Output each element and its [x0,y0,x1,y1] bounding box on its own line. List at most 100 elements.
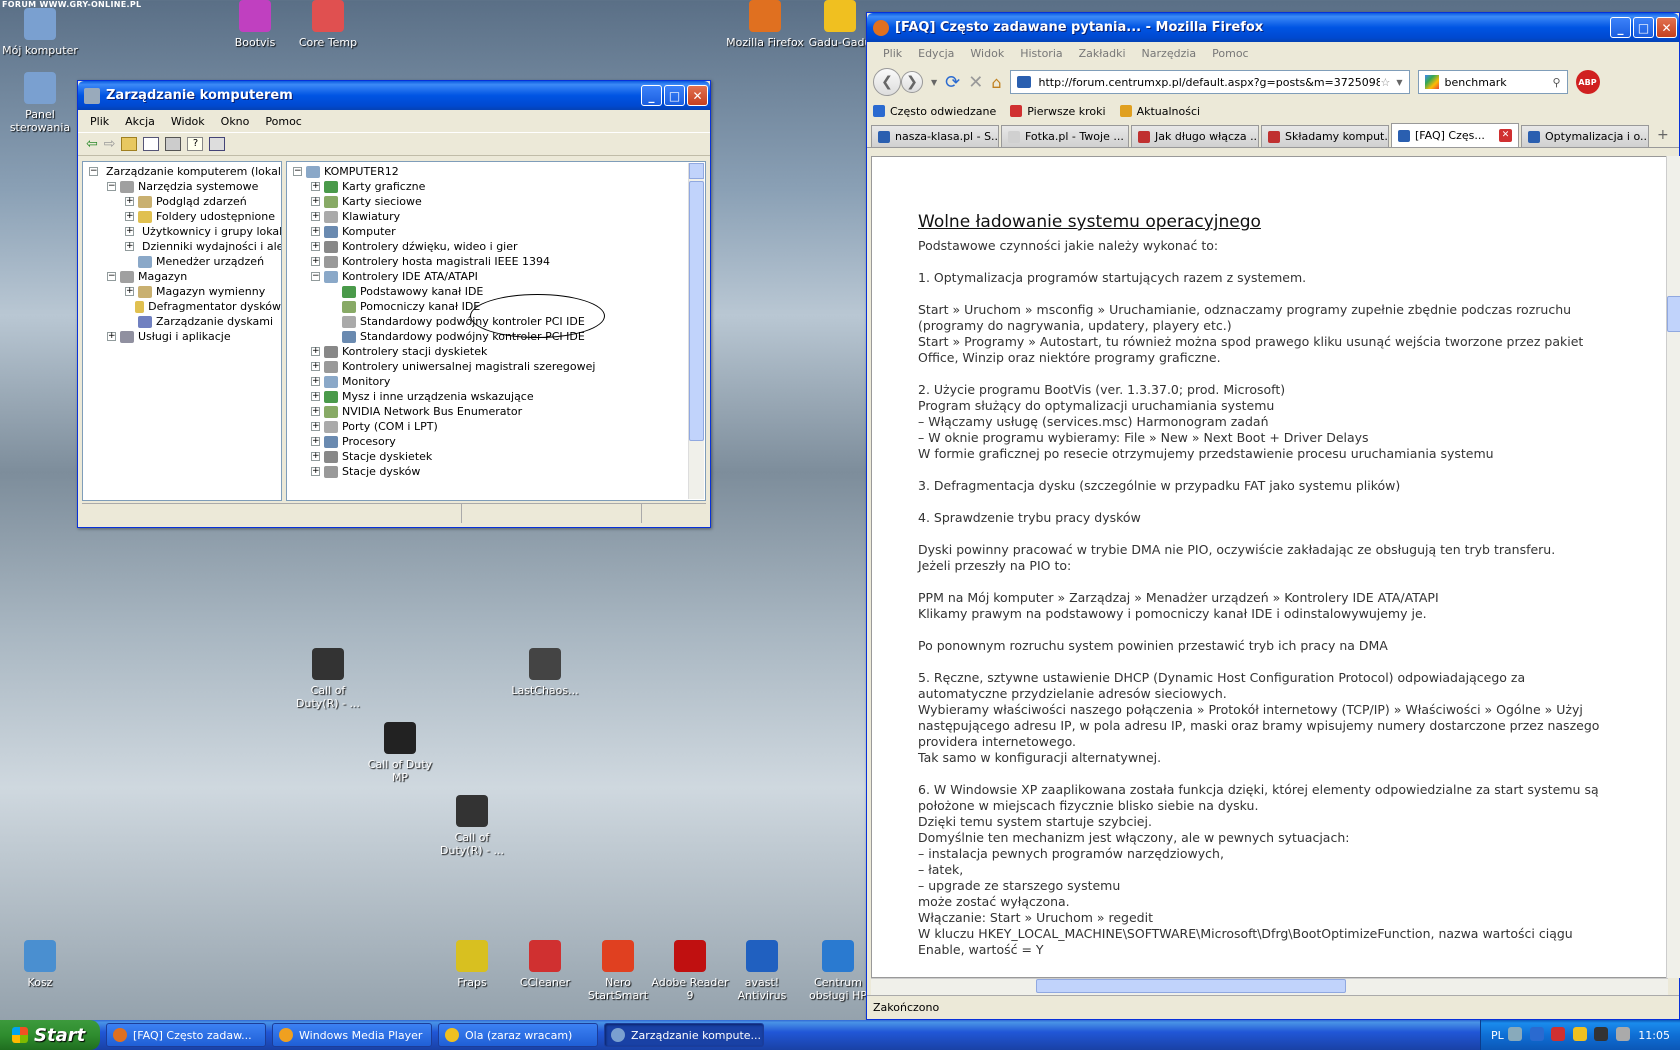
collapse-icon[interactable]: − [89,167,98,176]
browser-tab[interactable]: Fotka.pl - Twoje ... [1001,125,1129,147]
expand-icon[interactable]: + [311,257,320,266]
page-vertical-scrollbar[interactable] [1666,156,1680,978]
expand-icon[interactable]: + [125,197,134,206]
new-tab-icon[interactable]: + [1657,127,1669,147]
desktop-icon[interactable]: Core Temp [288,0,368,49]
desktop-icon[interactable]: Bootvis [215,0,295,49]
home-icon[interactable]: ⌂ [991,73,1001,92]
browser-tab[interactable]: Jak długo włącza ... [1131,125,1259,147]
volume-icon[interactable] [1615,1026,1630,1041]
google-icon[interactable] [1424,75,1439,89]
tree-node[interactable]: + Kontrolery stacji dyskietek [287,344,705,359]
minimize-button[interactable]: _ [1610,17,1631,38]
collapse-icon[interactable]: − [107,182,116,191]
maximize-button[interactable]: □ [664,85,685,106]
tree-node[interactable]: + Kontrolery uniwersalnej magistrali szer… [287,359,705,374]
show-tree-icon[interactable] [143,137,160,151]
search-box[interactable]: benchmark ⚲ [1417,70,1568,94]
cm-vertical-scrollbar[interactable] [688,163,704,499]
menu-item[interactable]: Okno [215,113,256,130]
taskbar-button[interactable]: Windows Media Player [272,1023,432,1047]
tree-node[interactable]: + Komputer [287,224,705,239]
tree-node[interactable]: + Podgląd zdarzeń [83,194,281,209]
sun-icon[interactable] [1572,1026,1587,1041]
print-icon[interactable] [165,137,182,151]
history-dropdown-icon[interactable]: ▼ [931,78,937,87]
expand-icon[interactable]: + [125,242,134,251]
bookmark-item[interactable]: Aktualności [1119,105,1200,118]
collapse-icon[interactable]: − [293,167,302,176]
tree-node[interactable]: + Kontrolery dźwięku, wideo i gier [287,239,705,254]
url-dropdown-icon[interactable]: ▼ [1396,78,1402,87]
menu-item[interactable]: Widok [165,113,211,130]
search-icon[interactable]: ⚲ [1552,76,1560,89]
expand-icon[interactable]: + [311,197,320,206]
close-button[interactable]: ✕ [1656,17,1677,38]
desktop-icon[interactable]: Call of Duty MP [360,722,440,784]
desktop-icon[interactable]: Mozilla Firefox [725,0,805,49]
bookmark-item[interactable]: Często odwiedzane [873,105,996,118]
tree-node[interactable]: + Porty (COM i LPT) [287,419,705,434]
bookmark-item[interactable]: Pierwsze kroki [1010,105,1106,118]
menu-item[interactable]: Plik [875,47,910,60]
taskbar-button[interactable]: Ola (zaraz wracam) [438,1023,598,1047]
collapse-icon[interactable]: − [107,272,116,281]
tree-node[interactable]: + Karty graficzne [287,179,705,194]
expand-icon[interactable]: + [311,452,320,461]
tree-node[interactable]: Podstawowy kanał IDE [287,284,705,299]
expand-icon[interactable]: + [311,362,320,371]
expand-icon[interactable]: + [311,422,320,431]
tree-node[interactable]: + Stacje dysków [287,464,705,479]
browser-tab[interactable]: [FAQ] Częs... ✕ [1391,123,1519,147]
desktop-icon[interactable]: Call of Duty(R) - ... [432,795,512,857]
desktop-icon[interactable]: Mój komputer [0,8,80,57]
back-arrow-icon[interactable]: ⇦ [86,136,98,152]
tree-node[interactable]: + Dzienniki wydajności i alerty [83,239,281,254]
minimize-button[interactable]: _ [641,85,662,106]
stop-icon[interactable]: ✕ [968,72,983,93]
desktop-icon[interactable]: Adobe Reader 9 [650,940,730,1002]
desktop-icon[interactable]: Call of Duty(R) - ... [288,648,368,710]
scroll-thumb[interactable] [689,181,704,441]
desktop-icon[interactable]: Kosz [0,940,80,989]
tree-node[interactable]: − Kontrolery IDE ATA/ATAPI [287,269,705,284]
browser-tab[interactable]: Składamy komput... [1261,125,1389,147]
scroll-up-arrow[interactable] [689,163,704,179]
tree-node[interactable]: + Magazyn wymienny [83,284,281,299]
expand-icon[interactable]: + [311,182,320,191]
forward-button[interactable]: ❯ [901,71,923,93]
close-button[interactable]: ✕ [687,85,708,106]
tree-node[interactable]: Defragmentator dysków [83,299,281,314]
tree-node[interactable]: − KOMPUTER12 [287,164,705,179]
expand-icon[interactable]: + [311,467,320,476]
tree-node[interactable]: + Monitory [287,374,705,389]
help-icon[interactable]: ? [187,137,204,151]
close-tab-icon[interactable]: ✕ [1499,129,1512,142]
page-scroll-thumb[interactable] [1667,296,1680,332]
expand-icon[interactable]: + [311,242,320,251]
properties-icon[interactable] [209,137,226,151]
bookmark-star-icon[interactable]: ☆ [1380,76,1390,89]
keyboard-icon[interactable] [1508,1026,1523,1041]
up-folder-icon[interactable] [121,137,138,151]
browser-tab[interactable]: nasza-klasa.pl - S... [871,125,999,147]
expand-icon[interactable]: + [125,287,134,296]
tree-node[interactable]: + Mysz i inne urządzenia wskazujące [287,389,705,404]
expand-icon[interactable]: + [311,212,320,221]
menu-item[interactable]: Narzędzia [1134,47,1205,60]
expand-icon[interactable]: + [311,392,320,401]
menu-item[interactable]: Pomoc [1204,47,1256,60]
expand-icon[interactable]: + [311,347,320,356]
tree-node[interactable]: Menedżer urządzeń [83,254,281,269]
tree-node[interactable]: + Stacje dyskietek [287,449,705,464]
expand-icon[interactable]: + [311,407,320,416]
menu-item[interactable]: Zakładki [1071,47,1134,60]
collapse-icon[interactable]: − [311,272,320,281]
menu-item[interactable]: Akcja [119,113,161,130]
tree-node[interactable]: + Karty sieciowe [287,194,705,209]
shield-icon[interactable] [1551,1026,1566,1041]
tree-node[interactable]: + Usługi i aplikacje [83,329,281,344]
cm-titlebar[interactable]: Zarządzanie komputerem _ □ ✕ [78,81,710,110]
tree-node[interactable]: + Klawiatury [287,209,705,224]
browser-tab[interactable]: Optymalizacja i o... [1521,125,1649,147]
